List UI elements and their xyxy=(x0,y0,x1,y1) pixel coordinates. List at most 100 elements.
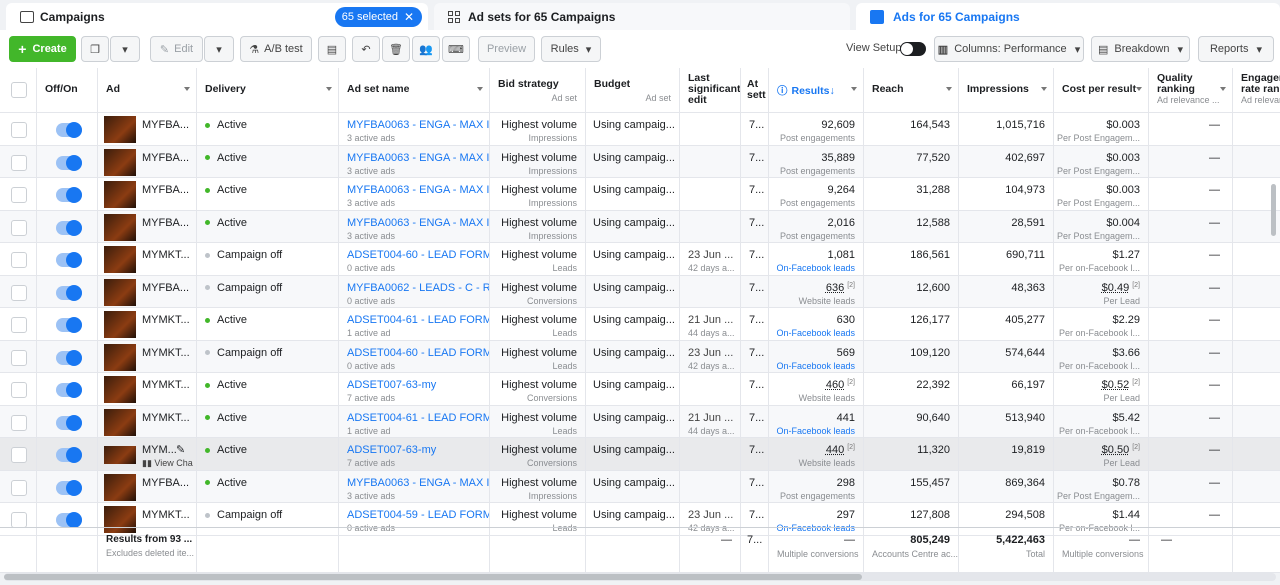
ad-cell[interactable]: MYFBA... xyxy=(98,210,197,242)
col-last-edit[interactable]: Last significant edit xyxy=(680,68,741,112)
ad-cell[interactable]: MYFBA... xyxy=(98,275,197,307)
row-checkbox[interactable] xyxy=(11,479,27,496)
sort-arrow-icon[interactable] xyxy=(851,87,857,91)
select-all-checkbox[interactable] xyxy=(11,82,27,98)
ad-name[interactable]: MYMKT... xyxy=(142,314,190,326)
close-icon[interactable]: ✕ xyxy=(404,7,414,27)
view-setup-toggle[interactable] xyxy=(900,42,926,56)
results-type[interactable]: On-Facebook leads xyxy=(776,361,855,371)
sort-arrow-icon[interactable] xyxy=(184,87,190,91)
table-row[interactable]: MYM... ✎ ▮▮ View Cha Active ADSET007-63-my 7 … xyxy=(0,438,1280,471)
col-impressions[interactable]: Impressions xyxy=(959,68,1054,112)
col-quality[interactable]: Quality ranking Ad relevance ... xyxy=(1149,68,1233,112)
col-ad[interactable]: Ad xyxy=(98,68,197,112)
col-budget[interactable]: Budget Ad set xyxy=(586,68,680,112)
sort-arrow-icon[interactable] xyxy=(1136,87,1142,91)
ad-name[interactable]: MYFBA... xyxy=(142,477,189,489)
ab-test-button[interactable]: ⚗ A/B test xyxy=(240,36,312,62)
adset-link[interactable]: ADSET004-60 - LEAD FORM ... xyxy=(347,347,489,359)
vertical-scrollbar[interactable] xyxy=(1271,184,1276,236)
adset-link[interactable]: ADSET007-63-my xyxy=(347,444,436,456)
duplicate-button[interactable]: ❐ xyxy=(81,36,109,62)
row-checkbox[interactable] xyxy=(11,447,27,463)
tab-adsets[interactable]: Ad sets for 65 Campaigns xyxy=(434,3,850,30)
ad-toggle[interactable] xyxy=(56,187,82,203)
columns-dropdown[interactable]: ▥ Columns: Performance ▾ xyxy=(934,36,1084,62)
ad-toggle[interactable] xyxy=(56,252,82,268)
ad-toggle[interactable] xyxy=(56,317,82,333)
ad-toggle[interactable] xyxy=(56,382,82,398)
col-adset[interactable]: Ad set name xyxy=(339,68,490,112)
table-row[interactable]: MYFBA... Active MYFBA0063 - ENGA - MAX I..… xyxy=(0,145,1280,178)
ad-name[interactable]: MYFBA... xyxy=(142,119,189,131)
row-checkbox[interactable] xyxy=(11,154,27,171)
row-checkbox[interactable] xyxy=(11,317,27,333)
row-checkbox[interactable] xyxy=(11,252,27,268)
sort-arrow-icon[interactable] xyxy=(1220,87,1226,91)
edit-dropdown[interactable]: ▾ xyxy=(204,36,234,62)
sort-arrow-icon[interactable] xyxy=(477,87,483,91)
col-delivery[interactable]: Delivery xyxy=(197,68,339,112)
reports-dropdown[interactable]: Reports ▾ xyxy=(1198,36,1274,62)
table-row[interactable]: MYMKT... Campaign off ADSET004-60 - LEAD F… xyxy=(0,243,1280,276)
col-cost-per-result[interactable]: Cost per result xyxy=(1054,68,1149,112)
adset-link[interactable]: ADSET004-61 - LEAD FORM ... xyxy=(347,412,489,424)
adset-link[interactable]: ADSET007-63-my xyxy=(347,379,436,391)
preview-button[interactable]: Preview xyxy=(478,36,535,62)
adset-link[interactable]: MYFBA0063 - ENGA - MAX I... xyxy=(347,477,489,489)
ad-toggle[interactable] xyxy=(56,479,82,496)
ad-name[interactable]: MYMKT... xyxy=(142,412,190,424)
adset-link[interactable]: MYFBA0063 - ENGA - MAX I... xyxy=(347,184,489,196)
col-results[interactable]: ⓘ Results↓ xyxy=(769,68,864,112)
row-checkbox[interactable] xyxy=(11,122,27,138)
row-checkbox[interactable] xyxy=(11,382,27,398)
results-type[interactable]: On-Facebook leads xyxy=(776,263,855,273)
ad-name[interactable]: MYFBA... xyxy=(142,282,189,294)
col-reach[interactable]: Reach xyxy=(864,68,959,112)
ad-toggle[interactable] xyxy=(56,414,82,431)
audience-button[interactable]: 👥 xyxy=(412,36,440,62)
ad-name[interactable]: MYMKT... xyxy=(142,249,190,261)
table-row[interactable]: MYFBA... Active MYFBA0063 - ENGA - MAX I..… xyxy=(0,113,1280,146)
sort-arrow-icon[interactable] xyxy=(326,87,332,91)
ad-name[interactable]: MYMKT... xyxy=(142,347,190,359)
col-engagement[interactable]: Engagemrate rankAd relevan xyxy=(1233,68,1280,112)
breakdown-dropdown[interactable]: ▤ Breakdown ▾ xyxy=(1091,36,1190,62)
table-row[interactable]: MYMKT... Active ADSET007-63-my 7 active ads… xyxy=(0,373,1280,406)
rules-button[interactable]: Rules ▾ xyxy=(541,36,601,62)
sort-arrow-icon[interactable] xyxy=(1041,87,1047,91)
ad-cell[interactable]: MYMKT... xyxy=(98,308,197,340)
ad-cell[interactable]: MYMKT... xyxy=(98,373,197,405)
results-type[interactable]: On-Facebook leads xyxy=(776,328,855,338)
adset-link[interactable]: ADSET004-60 - LEAD FORM ... xyxy=(347,249,489,261)
table-row[interactable]: MYMKT... Campaign off ADSET004-60 - LEAD F… xyxy=(0,340,1280,373)
ad-cell[interactable]: MYMKT... xyxy=(98,243,197,275)
tab-ads[interactable]: Ads for 65 Campaigns xyxy=(856,3,1280,30)
table-row[interactable]: MYFBA... Active MYFBA0063 - ENGA - MAX I..… xyxy=(0,178,1280,211)
adset-link[interactable]: MYFBA0063 - ENGA - MAX I... xyxy=(347,217,489,229)
results-type[interactable]: On-Facebook leads xyxy=(776,426,855,436)
adset-link[interactable]: MYFBA0063 - ENGA - MAX I... xyxy=(347,119,489,131)
clipboard-button[interactable]: ▤ xyxy=(318,36,346,62)
table-row[interactable]: MYFBA... Active MYFBA0063 - ENGA - MAX I..… xyxy=(0,470,1280,503)
delete-button[interactable]: 🗑 xyxy=(382,36,410,62)
row-checkbox[interactable] xyxy=(11,414,27,431)
ad-cell[interactable]: MYFBA... xyxy=(98,178,197,210)
sort-arrow-icon[interactable] xyxy=(946,87,952,91)
table-row[interactable]: MYFBA... Campaign off MYFBA0062 - LEADS - … xyxy=(0,275,1280,308)
edit-button[interactable]: ✎ Edit xyxy=(150,36,203,62)
horizontal-scrollbar[interactable] xyxy=(4,573,1276,581)
ad-toggle[interactable] xyxy=(56,219,82,236)
row-checkbox[interactable] xyxy=(11,349,27,366)
ad-toggle[interactable] xyxy=(56,512,82,528)
ad-toggle[interactable] xyxy=(56,349,82,366)
scrollbar-thumb[interactable] xyxy=(4,574,862,580)
tab-campaigns[interactable]: Campaigns 65 selected ✕ xyxy=(6,3,428,30)
col-attribution[interactable]: At sett xyxy=(741,68,769,112)
adset-link[interactable]: ADSET004-59 - LEAD FORM ... xyxy=(347,509,489,521)
ad-toggle[interactable] xyxy=(56,447,82,463)
undo-button[interactable]: ↶ xyxy=(352,36,380,62)
ad-cell[interactable]: MYFBA... xyxy=(98,113,197,145)
ad-name[interactable]: MYMKT... xyxy=(142,379,190,391)
ad-name[interactable]: MYFBA... xyxy=(142,184,189,196)
